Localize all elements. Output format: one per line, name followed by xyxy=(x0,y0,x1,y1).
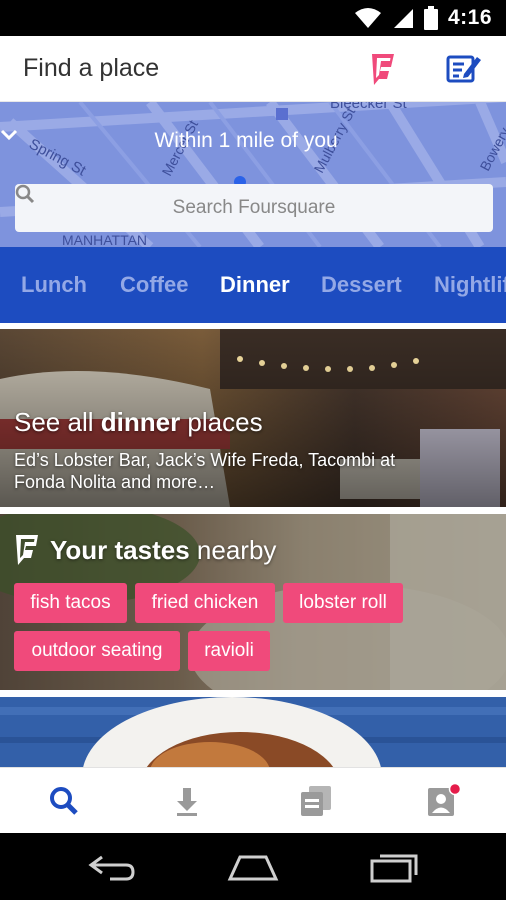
taste-chip[interactable]: fish tacos xyxy=(14,583,127,623)
compose-icon[interactable] xyxy=(444,50,482,88)
home-icon[interactable] xyxy=(226,853,280,881)
tastes-card[interactable]: Your tastes nearby fish tacos fried chic… xyxy=(0,514,506,690)
dinner-places-card[interactable]: See all dinner places Ed’s Lobster Bar, … xyxy=(0,329,506,507)
battery-icon xyxy=(423,6,438,30)
tab-dessert[interactable]: Dessert xyxy=(321,272,402,298)
distance-filter-label: Within 1 mile of you xyxy=(154,129,338,152)
tab-dinner[interactable]: Dinner xyxy=(220,272,290,298)
cell-signal-icon xyxy=(393,9,413,28)
dinner-card-title: See all dinner places xyxy=(14,407,263,438)
wifi-icon xyxy=(354,8,381,28)
dinner-card-subtitle: Ed’s Lobster Bar, Jack’s Wife Freda, Tac… xyxy=(14,450,396,492)
distance-filter[interactable]: Within 1 mile of you xyxy=(0,129,506,153)
app-bar: Find a place xyxy=(0,36,506,102)
food-card[interactable] xyxy=(0,697,506,767)
back-icon[interactable] xyxy=(88,855,136,881)
category-tabs: Lunch Coffee Dinner Dessert Nightlife xyxy=(0,247,506,323)
tab-coffee[interactable]: Coffee xyxy=(120,272,188,298)
taste-chip[interactable]: lobster roll xyxy=(283,583,403,623)
taste-chip[interactable]: ravioli xyxy=(188,631,270,671)
foursquare-logo-icon[interactable] xyxy=(364,50,402,88)
profile-icon[interactable] xyxy=(424,782,462,820)
status-bar: 4:16 xyxy=(0,0,506,36)
bottom-nav xyxy=(0,767,506,833)
system-nav-bar xyxy=(0,833,506,900)
search-icon[interactable] xyxy=(45,782,83,820)
page-title: Find a place xyxy=(23,54,160,82)
status-icons: 4:16 xyxy=(354,0,492,36)
tab-lunch[interactable]: Lunch xyxy=(21,272,87,298)
map-label-manhattan: MANHATTAN xyxy=(62,232,147,247)
dinner-title-pre: See all xyxy=(14,407,101,437)
search-placeholder: Search Foursquare xyxy=(172,197,336,218)
taste-chip[interactable]: fried chicken xyxy=(135,583,275,623)
food-photo xyxy=(0,697,506,767)
map[interactable]: Bleecker St Spring St Mercer St Mulberry… xyxy=(0,102,506,247)
status-time: 4:16 xyxy=(447,6,492,29)
download-icon[interactable] xyxy=(168,782,206,820)
tab-nightlife[interactable]: Nightlife xyxy=(434,272,506,298)
taste-chip[interactable]: outdoor seating xyxy=(14,631,180,671)
dinner-title-post: places xyxy=(180,407,263,437)
foursquare-logo-icon xyxy=(16,535,38,565)
dinner-title-bold: dinner xyxy=(100,407,181,437)
screen: 4:16 Find a place Bleecker St Spring St … xyxy=(0,0,506,900)
recent-apps-icon[interactable] xyxy=(370,851,420,883)
lists-icon[interactable] xyxy=(297,782,335,820)
tastes-title-bold: Your tastes xyxy=(50,534,190,565)
tastes-card-title: Your tastes nearby xyxy=(14,534,276,566)
search-icon xyxy=(15,184,35,204)
search-input[interactable]: Search Foursquare xyxy=(15,184,493,232)
tastes-title-post: nearby xyxy=(189,534,277,565)
